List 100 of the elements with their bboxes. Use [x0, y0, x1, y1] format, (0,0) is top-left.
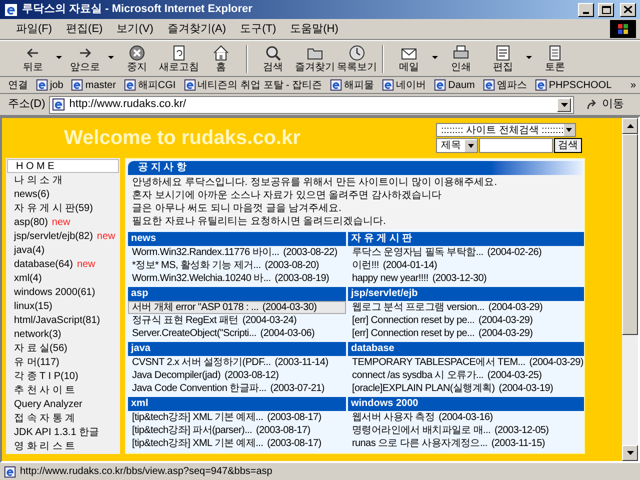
more-links-button[interactable]: » [630, 78, 636, 92]
post-row[interactable]: [oracle]EXPLAIN PLAN(실행계획) (2004-03-19) [348, 382, 584, 395]
notice-text: 안녕하세요 루닥스입니다. 정보공유를 위해서 만든 사이트이니 많이 이용해주세요. [132, 176, 498, 189]
minimize-button[interactable] [578, 2, 594, 16]
toolbar-button[interactable]: 새로고침 [158, 44, 200, 74]
link-item[interactable]: PHPSCHOOL [534, 78, 612, 92]
toolbar-button[interactable]: 목록보기 [336, 44, 378, 74]
post-row[interactable]: 명령어라인에서 배치파일로 매... (2003-12-05) [348, 424, 584, 437]
sidebar-item[interactable]: 접 속 자 통 계 [6, 411, 120, 425]
links-label: 연결 [8, 78, 28, 92]
new-label: new [76, 258, 96, 272]
scrollbar[interactable] [622, 118, 638, 461]
link-item[interactable]: job [36, 78, 64, 92]
post-row[interactable]: [tip&tech강좌] XML 기본 예제... (2003-08-17) [128, 411, 346, 424]
page-icon [382, 79, 394, 91]
page-icon [71, 79, 84, 91]
link-item[interactable]: 엠파스 [482, 78, 527, 92]
post-row[interactable]: [err] Connection reset by pe... (2004-03-29) [348, 327, 584, 340]
page-icon [184, 79, 196, 91]
sidebar-item[interactable]: JDK API 1.3.1 한글 [6, 425, 120, 439]
sidebar-item[interactable]: windows 2000(61) [6, 285, 120, 299]
sidebar-item[interactable]: 유 머(117) [6, 355, 120, 369]
post-row[interactable]: 루닥스 운영자님 필독 부탁함... (2004-02-26) [348, 246, 584, 259]
sidebar-item[interactable]: linux(15) [6, 299, 120, 313]
post-row[interactable]: connect /as sysdba 시 오류가... (2004-03-25) [348, 369, 584, 382]
go-button[interactable]: 이동 [578, 96, 632, 114]
post-row[interactable]: 서버 개체 error "ASP 0178 : ... (2004-03-30) [128, 301, 346, 314]
link-item[interactable]: 해피CGI [124, 78, 176, 92]
dropdown-arrow-icon[interactable] [431, 56, 439, 61]
maximize-button[interactable] [598, 2, 614, 16]
post-row[interactable]: happy new year!!!! (2003-12-30) [348, 272, 584, 285]
post-row[interactable]: CVSNT 2.x 서버 설정하기(PDF... (2003-11-14) [128, 356, 346, 369]
post-row[interactable]: Worm.Win32.Welchia.10240 바... (2003-08-19) [128, 272, 346, 285]
menu-item[interactable]: 파일(F) [16, 20, 52, 38]
menu-item[interactable]: 도구(T) [240, 20, 276, 38]
toolbar-button[interactable]: 토론 [534, 44, 576, 74]
close-button[interactable] [620, 2, 636, 16]
scroll-thumb[interactable] [622, 134, 638, 335]
post-row[interactable]: [tip&tech강좌] 파서(parser)... (2003-08-17) [128, 424, 346, 437]
toolbar-button[interactable]: 인쇄 [440, 44, 482, 74]
toolbar-button[interactable]: 메일 [388, 44, 430, 74]
toolbar-button[interactable]: 홈 [200, 44, 242, 74]
search-scope-select[interactable]: :::::::: 사이트 전체검색 :::::::: [436, 123, 576, 137]
sidebar-item[interactable]: java(4) [6, 243, 120, 257]
dropdown-arrow-icon[interactable] [55, 56, 63, 61]
dropdown-arrow-icon[interactable] [525, 56, 533, 61]
post-row[interactable]: 웹서버 사용자 측정 (2004-03-16) [348, 411, 584, 424]
page-icon [482, 79, 495, 91]
menu-item[interactable]: 편집(E) [66, 20, 103, 38]
post-row[interactable]: 이런!!! (2004-01-14) [348, 259, 584, 272]
toolbar-button[interactable]: 검색 [252, 44, 294, 74]
post-row[interactable]: 웹로그 분석 프로그램 version... (2004-03-29) [348, 301, 584, 314]
windows-logo-icon [610, 20, 636, 38]
sidebar-item[interactable]: 각 종 T I P(10) [6, 369, 120, 383]
sidebar-item[interactable]: 자 유 게 시 판(59) [6, 201, 120, 215]
sidebar-item[interactable]: 추 천 사 이 트 [6, 383, 120, 397]
address-field[interactable]: http://www.rudaks.co.kr/ [49, 96, 574, 114]
menu-item[interactable]: 즐겨찾기(A) [167, 20, 226, 38]
scroll-down-icon[interactable] [622, 445, 638, 461]
sidebar-item[interactable]: jsp/servlet/ejb(82) new [6, 229, 120, 243]
sidebar-item[interactable]: Query Analyzer [6, 397, 120, 411]
sidebar-item[interactable]: html/JavaScript(81) [6, 313, 120, 327]
dropdown-arrow-icon[interactable] [107, 56, 115, 61]
link-item[interactable]: 네이버 [382, 78, 426, 92]
link-item[interactable]: master [71, 78, 116, 92]
post-row[interactable]: Java Decompiler(jad) (2003-08-12) [128, 369, 346, 382]
sidebar-item[interactable]: asp(80) new [6, 215, 120, 229]
post-row[interactable]: Server.CreateObject("Scripti... (2004-03-06) [128, 327, 346, 340]
sidebar-item[interactable]: network(3) [6, 327, 120, 341]
menu-item[interactable]: 도움말(H) [290, 20, 338, 38]
toolbar-button[interactable]: 앞으로 [64, 44, 106, 74]
menu-item[interactable]: 보기(V) [116, 20, 154, 38]
search-input[interactable] [479, 138, 553, 153]
sidebar-item[interactable]: 자 료 실(56) [6, 341, 120, 355]
scroll-up-icon[interactable] [622, 118, 638, 134]
post-row[interactable]: Worm.Win32.Randex.11776 바이... (2003-08-22) [128, 246, 346, 259]
post-row[interactable]: [err] Connection reset by pe... (2004-03-29) [348, 314, 584, 327]
post-row[interactable]: TEMPORARY TABLESPACE에서 TEM... (2004-03-29) [348, 356, 584, 369]
toolbar-button[interactable]: 편집 [482, 44, 524, 74]
document-icon [494, 44, 512, 62]
toolbar-button[interactable]: 뒤로 [12, 44, 54, 74]
link-item[interactable]: 해피물 [330, 78, 374, 92]
toolbar-button[interactable]: 중지 [116, 44, 158, 74]
sidebar-item[interactable]: database(64) new [6, 257, 120, 271]
post-row[interactable]: runas 으로 다른 사용자계정으... (2003-11-15) [348, 437, 584, 450]
post-row[interactable]: Java Code Convention 한글파... (2003-07-21) [128, 382, 346, 395]
post-row[interactable]: [tip&tech강좌] XML 기본 예제... (2003-08-17) [128, 437, 346, 450]
link-item[interactable]: 네티즌의 취업 포탈 - 잡티즌 [184, 78, 322, 92]
sidebar-item[interactable]: 영 화 리 스 트 [6, 439, 120, 453]
sidebar-item[interactable]: 나 의 소 개 [6, 173, 120, 187]
toolbar-button[interactable]: 즐겨찾기 [294, 44, 336, 74]
sidebar-item[interactable]: news(6) [6, 187, 120, 201]
link-item[interactable]: Daum [434, 78, 475, 92]
post-row[interactable]: 정규식 표현 RegExt 패턴 (2004-03-24) [128, 314, 346, 327]
search-button[interactable]: 검색 [554, 138, 582, 153]
sidebar-item[interactable]: xml(4) [6, 271, 120, 285]
search-field-select[interactable]: 제목 [436, 138, 478, 153]
sidebar-item[interactable]: H O M E [7, 159, 119, 173]
board-heading: asp [128, 287, 346, 301]
post-row[interactable]: *정보* MS, 활성화 기능 제거... (2003-08-20) [128, 259, 346, 272]
